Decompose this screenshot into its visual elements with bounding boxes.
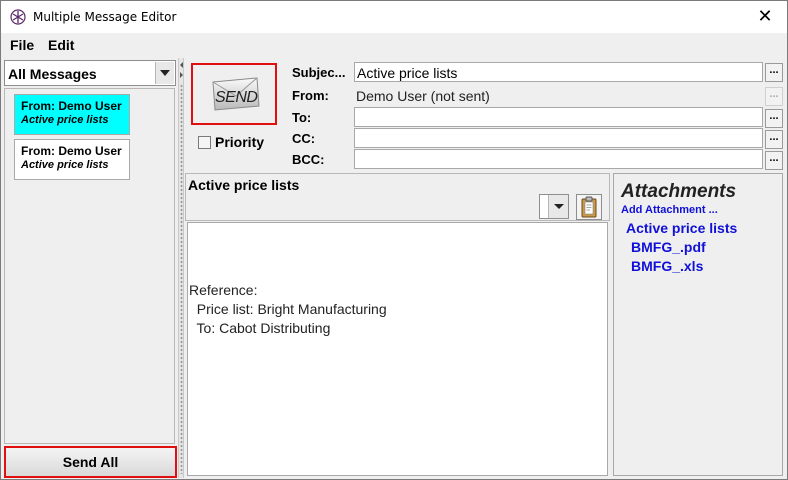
chevron-down-icon[interactable] xyxy=(548,195,568,218)
body-line: Price list: Bright Manufacturing xyxy=(189,301,387,317)
body-subject-title: Active price lists xyxy=(188,177,300,193)
message-list-panel: All Messages From: Demo User Active pric… xyxy=(3,58,177,478)
send-button[interactable]: SEND xyxy=(191,63,277,125)
send-all-button[interactable]: Send All xyxy=(4,446,177,478)
add-attachment-link[interactable]: Add Attachment ... xyxy=(621,204,718,216)
splitter-grip xyxy=(180,84,183,474)
chevron-down-icon[interactable] xyxy=(155,62,174,84)
attachment-file[interactable]: BMFG_.pdf xyxy=(631,239,706,255)
menu-bar: File Edit xyxy=(1,33,787,57)
body-line: To: Cabot Distributing xyxy=(189,320,331,336)
send-label: SEND xyxy=(215,89,258,106)
menu-file[interactable]: File xyxy=(10,37,34,53)
attachment-file[interactable]: BMFG_.xls xyxy=(631,258,703,274)
attachment-group[interactable]: Active price lists xyxy=(626,220,737,236)
message-list: From: Demo User Active price lists From:… xyxy=(4,88,175,444)
format-dropdown[interactable] xyxy=(539,194,569,219)
from-value: Demo User (not sent) xyxy=(356,88,490,104)
message-body-editor[interactable]: Reference: Price list: Bright Manufactur… xyxy=(187,222,608,476)
bcc-field[interactable] xyxy=(354,149,763,169)
priority-toggle[interactable]: Priority xyxy=(198,134,264,150)
message-from: From: Demo User xyxy=(21,99,122,113)
priority-checkbox[interactable] xyxy=(198,135,211,149)
subject-label: Subjec... xyxy=(292,65,346,80)
bcc-more-button[interactable]: ... xyxy=(765,151,783,170)
body-line: Reference: xyxy=(189,282,258,298)
menu-edit[interactable]: Edit xyxy=(48,37,74,53)
to-field[interactable] xyxy=(354,107,763,127)
message-from: From: Demo User xyxy=(21,144,122,158)
clipboard-paste-button[interactable] xyxy=(576,194,602,220)
panel-splitter[interactable] xyxy=(178,58,184,478)
cc-field[interactable] xyxy=(354,128,763,148)
title-bar: Multiple Message Editor ✕ xyxy=(1,1,787,33)
clipboard-icon xyxy=(581,196,597,218)
from-more-button: ... xyxy=(765,87,783,106)
message-card-selected[interactable]: From: Demo User Active price lists xyxy=(14,94,130,135)
subject-more-button[interactable]: ... xyxy=(765,63,783,82)
message-filter-value: All Messages xyxy=(8,66,97,82)
from-label: From: xyxy=(292,88,329,103)
multiple-message-editor-window: Multiple Message Editor ✕ File Edit All … xyxy=(0,0,788,480)
cc-label: CC: xyxy=(292,131,316,146)
window-title: Multiple Message Editor xyxy=(33,10,177,24)
message-subject: Active price lists xyxy=(21,114,109,126)
close-icon[interactable]: ✕ xyxy=(743,1,787,33)
attachments-panel: Attachments Add Attachment ... Active pr… xyxy=(613,173,783,476)
message-card[interactable]: From: Demo User Active price lists xyxy=(14,139,130,180)
bcc-label: BCC: xyxy=(292,152,325,167)
message-filter-dropdown[interactable]: All Messages xyxy=(4,60,176,86)
attachments-title: Attachments xyxy=(621,181,737,202)
message-subject: Active price lists xyxy=(21,159,109,171)
priority-label: Priority xyxy=(215,134,265,150)
subject-field[interactable]: Active price lists xyxy=(354,62,763,82)
app-logo-icon xyxy=(10,9,26,25)
body-toolbar: Active price lists xyxy=(185,173,610,221)
cc-more-button[interactable]: ... xyxy=(765,130,783,149)
collapse-left-icon[interactable] xyxy=(180,62,183,68)
to-label: To: xyxy=(292,110,312,125)
expand-right-icon[interactable] xyxy=(180,72,183,78)
to-more-button[interactable]: ... xyxy=(765,109,783,128)
